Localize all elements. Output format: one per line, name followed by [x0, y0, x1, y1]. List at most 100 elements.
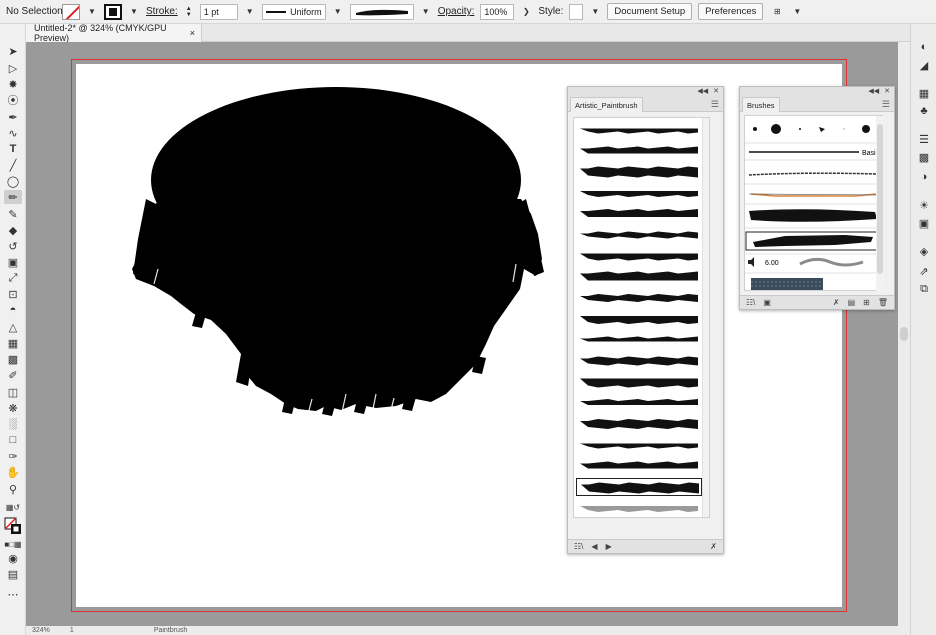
lasso-tool-icon[interactable]: ⦿ — [4, 93, 22, 107]
color-panel-icon[interactable]: ◐ — [917, 40, 931, 54]
blend-tool-icon[interactable]: ◫ — [4, 385, 22, 399]
brush-stroke-item[interactable] — [576, 205, 702, 223]
export-icon[interactable]: ⇗ — [917, 264, 931, 278]
stroke-weight-field[interactable]: 1 pt — [199, 3, 238, 20]
artboard[interactable] — [76, 64, 842, 607]
drawing-mode-icon[interactable]: ◉ — [4, 551, 22, 565]
brush-libraries-menu-icon[interactable]: ☷\ — [746, 298, 755, 307]
chevron-down-icon[interactable]: ▼ — [420, 5, 432, 19]
artboard-navigation-field[interactable]: 1 — [70, 627, 74, 634]
new-brush-icon[interactable]: ⊞ — [863, 298, 870, 307]
paintbrush-tool-icon[interactable]: ✏ — [4, 190, 22, 204]
chevron-right-icon[interactable]: ❯ — [520, 5, 532, 19]
next-library-icon[interactable]: ▶ — [606, 542, 612, 551]
chevron-down-icon[interactable]: ▼ — [332, 5, 344, 19]
brush-options-icon[interactable]: ▤ — [848, 298, 856, 307]
graphic-styles-icon[interactable]: ▣ — [917, 216, 931, 230]
mesh-tool-icon[interactable]: ▦ — [4, 336, 22, 350]
close-icon[interactable]: ✕ — [884, 87, 890, 95]
brush-stroke-item[interactable] — [576, 373, 702, 391]
brush-stroke-item[interactable] — [576, 499, 702, 517]
opacity-label[interactable]: Opacity: — [438, 6, 475, 17]
panel-menu-icon[interactable]: ☰ — [882, 99, 890, 110]
eraser-tool-icon[interactable]: ◆ — [4, 223, 22, 237]
selection-tool-icon[interactable]: ➤ — [4, 44, 22, 58]
line-tool-icon[interactable]: ╱ — [4, 158, 22, 172]
appearance-icon[interactable]: ☀ — [917, 198, 931, 212]
shape-builder-tool-icon[interactable]: ◓ — [4, 303, 22, 317]
panel-menu-icon[interactable]: ☰ — [711, 99, 719, 110]
chevron-down-icon[interactable]: ▼ — [128, 5, 140, 19]
chevron-down-icon[interactable]: ▼ — [244, 5, 256, 19]
symbol-sprayer-tool-icon[interactable]: ❋ — [4, 401, 22, 415]
brush-stroke-item[interactable] — [576, 415, 702, 433]
current-tool-status[interactable]: Paintbrush — [154, 627, 187, 634]
magic-wand-tool-icon[interactable]: ✸ — [4, 77, 22, 91]
brush-stroke-item[interactable] — [576, 184, 702, 202]
zoom-level-field[interactable]: 324% — [32, 627, 50, 634]
graphic-style-swatch[interactable] — [569, 3, 584, 20]
brush-stroke-item[interactable] — [576, 226, 702, 244]
rotate-tool-icon[interactable]: ↺ — [4, 239, 22, 253]
document-setup-button[interactable]: Document Setup — [607, 3, 693, 20]
remove-brush-stroke-icon[interactable]: ✗ — [833, 298, 840, 307]
library-scrollbar[interactable] — [702, 118, 709, 517]
default-fill-stroke-icon[interactable]: ▦↺ — [4, 500, 22, 514]
artboards-icon[interactable]: ⧉ — [917, 282, 931, 296]
brush-definition-select[interactable] — [349, 3, 414, 20]
slice-tool-icon[interactable]: ✑ — [4, 449, 22, 463]
ellipse-tool-icon[interactable]: ◯ — [4, 174, 22, 188]
brush-stroke-item[interactable] — [576, 436, 702, 454]
brush-stroke-item[interactable] — [576, 163, 702, 181]
opacity-field[interactable]: 100% — [480, 3, 515, 20]
brush-stroke-item[interactable] — [576, 478, 702, 496]
artboard-tool-icon[interactable]: □ — [4, 433, 22, 447]
document-tab[interactable]: Untitled-2* @ 324% (CMYK/GPU Preview) × — [26, 23, 202, 43]
zoom-tool-icon[interactable]: ⚲ — [4, 482, 22, 496]
color-guide-icon[interactable]: ◢ — [917, 58, 931, 72]
previous-library-icon[interactable]: ◀ — [591, 542, 597, 551]
layers-icon[interactable]: ◈ — [917, 244, 931, 258]
collapse-icon[interactable]: ◀◀ — [868, 87, 879, 95]
stroke-weight-stepper[interactable]: ▲ ▼ — [184, 6, 194, 18]
brush-libraries-menu-icon[interactable]: ☷\ — [574, 542, 583, 551]
direct-selection-tool-icon[interactable]: ▷ — [4, 61, 22, 75]
variable-width-profile-select[interactable]: Uniform — [261, 3, 326, 20]
gradient-panel-icon[interactable]: ▩ — [917, 150, 931, 164]
fill-stroke-swatches-icon[interactable] — [4, 516, 22, 536]
brushes-tab[interactable]: Brushes — [742, 97, 780, 112]
chevron-down-icon[interactable]: ▼ — [86, 5, 98, 19]
brush-stroke-item[interactable] — [576, 457, 702, 475]
tools-icon[interactable]: ✗ — [710, 542, 717, 551]
scale-tool-icon[interactable]: ▣ — [4, 255, 22, 269]
symbols-icon[interactable]: ♣ — [917, 104, 931, 118]
artistic-paintbrush-tab[interactable]: Artistic_Paintbrush — [570, 97, 643, 112]
shaper-tool-icon[interactable]: ✎ — [4, 207, 22, 221]
brush-stroke-item[interactable] — [576, 352, 702, 370]
column-graph-tool-icon[interactable]: ░ — [4, 417, 22, 431]
free-transform-tool-icon[interactable]: ⊡ — [4, 287, 22, 301]
gradient-tool-icon[interactable]: ▩ — [4, 352, 22, 366]
swatches-icon[interactable]: ▦ — [917, 86, 931, 100]
scrollbar-thumb[interactable] — [900, 327, 908, 341]
pen-tool-icon[interactable]: ✒ — [4, 110, 22, 124]
perspective-grid-tool-icon[interactable]: △ — [4, 320, 22, 334]
brush-stroke-item[interactable] — [576, 289, 702, 307]
fill-color-swatch[interactable] — [104, 3, 122, 20]
brush-stroke-item[interactable] — [576, 142, 702, 160]
brush-stroke-item[interactable] — [576, 331, 702, 349]
arrange-documents-icon[interactable]: ⊞ — [769, 5, 785, 19]
vertical-scrollbar[interactable] — [898, 42, 910, 626]
brush-stroke-item[interactable] — [576, 268, 702, 286]
close-icon[interactable]: ✕ — [713, 87, 719, 95]
stroke-panel-icon[interactable]: ☰ — [917, 132, 931, 146]
chevron-down-icon[interactable]: ▼ — [791, 5, 803, 19]
collapse-icon[interactable]: ◀◀ — [697, 87, 708, 95]
width-tool-icon[interactable]: ⤢ — [4, 271, 22, 285]
preferences-button[interactable]: Preferences — [698, 3, 764, 20]
curvature-tool-icon[interactable]: ∿ — [4, 126, 22, 140]
brush-stroke-item[interactable] — [576, 310, 702, 328]
screen-mode-icon[interactable]: ▤ — [4, 567, 22, 581]
brush-stroke-item[interactable] — [576, 247, 702, 265]
edit-toolbar-icon[interactable]: ⋯ — [4, 587, 22, 601]
